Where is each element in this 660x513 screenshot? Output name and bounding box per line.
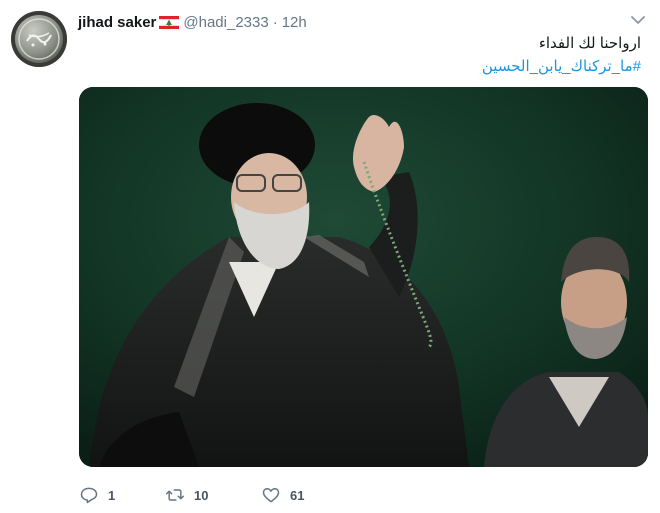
reply-button[interactable]: 1 bbox=[79, 485, 165, 505]
lebanon-flag-icon bbox=[159, 15, 180, 29]
chevron-down-icon[interactable] bbox=[630, 14, 646, 26]
action-bar: 1 10 61 bbox=[79, 485, 351, 505]
photo-illustration bbox=[79, 87, 648, 467]
heart-icon bbox=[262, 488, 280, 503]
display-name[interactable]: jihad saker bbox=[78, 14, 156, 31]
seal-emblem-icon bbox=[18, 18, 60, 60]
reply-count: 1 bbox=[108, 487, 116, 503]
like-count: 61 bbox=[290, 487, 305, 503]
tweet-text: ارواحنا لك الفداء bbox=[538, 35, 641, 52]
retweet-button[interactable]: 10 bbox=[165, 485, 261, 505]
tweet-card: jihad saker @hadi_2333 · 12h ارواحنا لك … bbox=[0, 0, 660, 513]
reply-icon bbox=[80, 487, 98, 504]
timestamp[interactable]: 12h bbox=[282, 14, 307, 31]
retweet-count: 10 bbox=[194, 487, 209, 503]
like-button[interactable]: 61 bbox=[261, 485, 351, 505]
retweet-icon bbox=[165, 489, 185, 501]
hashtag-link[interactable]: #ما_تركناك_يابن_الحسين bbox=[482, 57, 641, 75]
separator-dot: · bbox=[272, 13, 278, 31]
handle[interactable]: @hadi_2333 bbox=[183, 14, 268, 31]
tweet-header: jihad saker @hadi_2333 · 12h bbox=[78, 12, 307, 32]
tweet-photo[interactable] bbox=[79, 87, 648, 467]
avatar[interactable] bbox=[11, 11, 67, 67]
